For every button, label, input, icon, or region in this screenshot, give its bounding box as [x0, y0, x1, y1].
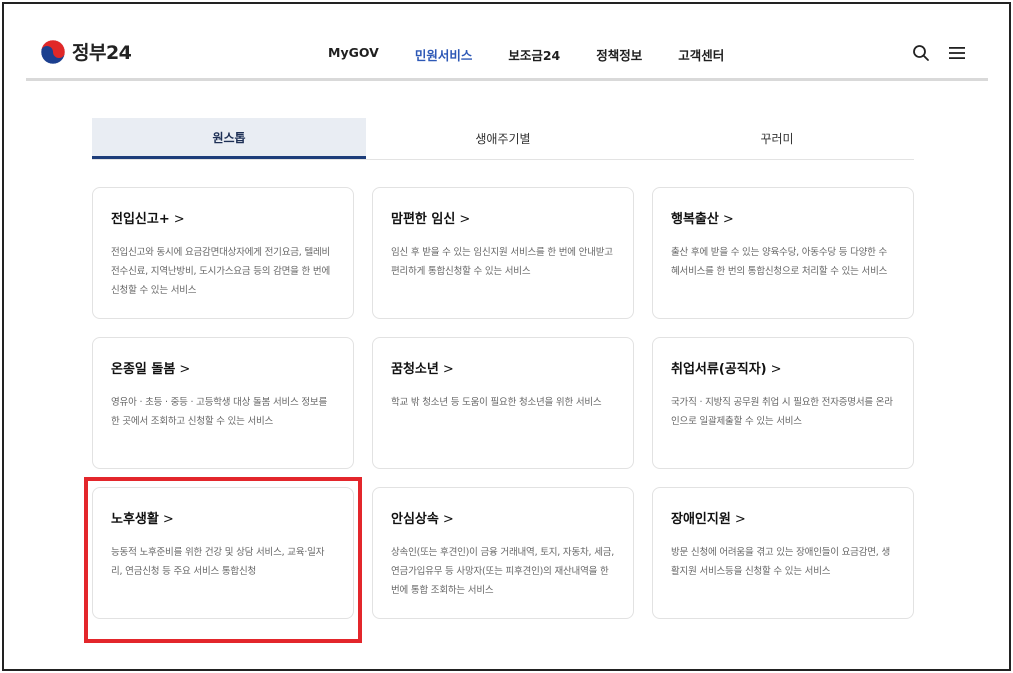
- card-pregnancy[interactable]: 맘편한 임신 > 임신 후 받을 수 있는 임신지원 서비스를 한 번에 안내받고…: [372, 187, 634, 319]
- card-employment-documents[interactable]: 취업서류(공직자) > 국가직 · 지방직 공무원 취업 시 필요한 전자증명서를…: [652, 337, 914, 469]
- chevron-right-icon: >: [442, 362, 454, 377]
- global-nav: MyGOV 민원서비스 보조금24 정책정보 고객센터: [328, 45, 724, 64]
- chevron-right-icon: >: [173, 212, 185, 227]
- card-title: 행복출산 >: [671, 212, 734, 227]
- chevron-right-icon: >: [179, 362, 191, 377]
- menu-icon[interactable]: [948, 45, 966, 65]
- card-title: 장애인지원 >: [671, 512, 746, 527]
- card-title: 노후생활 >: [111, 512, 174, 527]
- card-retirement-life[interactable]: 노후생활 > 능동적 노후준비를 위한 건강 및 상담 서비스, 교육·일자리, …: [92, 487, 354, 619]
- card-description: 전입신고와 동시에 요금감면대상자에게 전기요금, 텔레비전수신료, 지역난방비…: [111, 247, 331, 296]
- chevron-right-icon: >: [442, 512, 454, 527]
- card-description: 출산 후에 받을 수 있는 양육수당, 아동수당 등 다양한 수혜서비스를 한 …: [671, 247, 888, 277]
- card-safe-inheritance[interactable]: 안심상속 > 상속인(또는 후견인)이 금융 거래내역, 토지, 자동차, 세금,…: [372, 487, 634, 619]
- tab-onestop[interactable]: 원스톱: [92, 118, 366, 159]
- card-description: 방문 신청에 어려움을 겪고 있는 장애인들이 요금감면, 생활지원 서비스등을…: [671, 547, 890, 577]
- card-title: 안심상속 >: [391, 512, 454, 527]
- card-description: 임신 후 받을 수 있는 임신지원 서비스를 한 번에 안내받고 편리하게 통합…: [391, 247, 613, 277]
- tab-bundle[interactable]: 꾸러미: [640, 118, 914, 159]
- nav-customer-center[interactable]: 고객센터: [678, 45, 724, 64]
- header-utilities: [912, 44, 966, 66]
- logo[interactable]: 정부24: [40, 38, 132, 65]
- chevron-right-icon: >: [770, 362, 782, 377]
- chevron-right-icon: >: [722, 212, 734, 227]
- nav-subsidy24[interactable]: 보조금24: [508, 45, 560, 64]
- tab-lifecycle[interactable]: 생애주기별: [366, 118, 640, 159]
- nav-mygov[interactable]: MyGOV: [328, 45, 379, 64]
- search-icon[interactable]: [912, 44, 930, 66]
- card-description: 상속인(또는 후견인)이 금융 거래내역, 토지, 자동차, 세금, 연금가입유…: [391, 547, 615, 596]
- nav-policy-info[interactable]: 정책정보: [596, 45, 642, 64]
- logo-text: 정부24: [72, 42, 132, 64]
- card-title: 꿈청소년 >: [391, 362, 454, 377]
- card-description: 영유아 · 초등 · 중등 · 고등학생 대상 돌봄 서비스 정보를 한 곳에서…: [111, 397, 327, 427]
- card-all-day-care[interactable]: 온종일 돌봄 > 영유아 · 초등 · 중등 · 고등학생 대상 돌봄 서비스 정…: [92, 337, 354, 469]
- card-childbirth[interactable]: 행복출산 > 출산 후에 받을 수 있는 양육수당, 아동수당 등 다양한 수혜서…: [652, 187, 914, 319]
- card-description: 학교 밖 청소년 등 도움이 필요한 청소년을 위한 서비스: [391, 397, 602, 408]
- card-title: 맘편한 임신 >: [391, 212, 471, 227]
- chevron-right-icon: >: [734, 512, 746, 527]
- card-disability-support[interactable]: 장애인지원 > 방문 신청에 어려움을 겪고 있는 장애인들이 요금감면, 생활지…: [652, 487, 914, 619]
- chevron-right-icon: >: [162, 512, 174, 527]
- card-move-in-report[interactable]: 전입신고+ > 전입신고와 동시에 요금감면대상자에게 전기요금, 텔레비전수신료…: [92, 187, 354, 319]
- header-divider: [26, 78, 988, 81]
- category-tabs: 원스톱 생애주기별 꾸러미: [92, 118, 914, 160]
- card-description: 능동적 노후준비를 위한 건강 및 상담 서비스, 교육·일자리, 연금신청 등…: [111, 547, 325, 577]
- chevron-right-icon: >: [459, 212, 471, 227]
- card-title: 취업서류(공직자) >: [671, 362, 782, 377]
- card-title: 온종일 돌봄 >: [111, 362, 191, 377]
- service-card-grid: 전입신고+ > 전입신고와 동시에 요금감면대상자에게 전기요금, 텔레비전수신료…: [92, 187, 914, 619]
- site-header: 정부24 MyGOV 민원서비스 보조금24 정책정보 고객센터: [28, 28, 988, 80]
- card-title: 전입신고+ >: [111, 212, 185, 227]
- card-youth[interactable]: 꿈청소년 > 학교 밖 청소년 등 도움이 필요한 청소년을 위한 서비스: [372, 337, 634, 469]
- nav-civil-service[interactable]: 민원서비스: [415, 45, 473, 64]
- card-description: 국가직 · 지방직 공무원 취업 시 필요한 전자증명서를 온라인으로 일괄제출…: [671, 397, 893, 427]
- taegeuk-logo-icon: [40, 39, 66, 64]
